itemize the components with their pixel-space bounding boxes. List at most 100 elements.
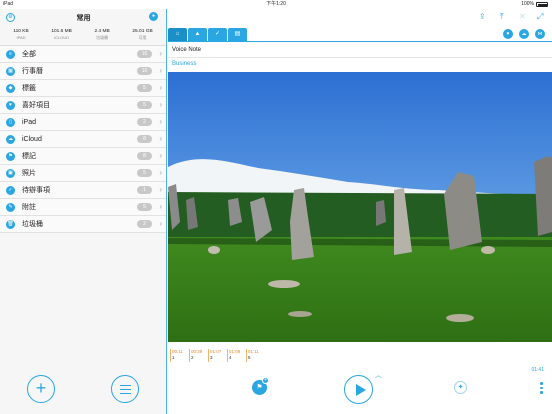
timeline-marker[interactable]: 00:39 2 bbox=[189, 349, 208, 362]
note-title[interactable]: Voice Note bbox=[172, 47, 201, 53]
more-options-icon[interactable] bbox=[540, 382, 543, 396]
tab-todo[interactable]: ✓ bbox=[208, 28, 227, 41]
timeline-marker[interactable]: 01:08 4 bbox=[227, 349, 246, 362]
count-badge: 10 bbox=[137, 67, 152, 75]
all-icon: ≡ bbox=[6, 50, 15, 59]
scroll-top-icon[interactable]: ⤒ bbox=[500, 12, 504, 21]
sidebar: ⚙ 常用 ● 110 KB IPAD 101.6 MB ICLOUD 2.4 M… bbox=[0, 9, 167, 414]
sidebar-item-label: iPad bbox=[22, 119, 37, 126]
chevron-right-icon: › bbox=[159, 168, 162, 177]
sidebar-item[interactable]: ✓ 待辦事項 1 › bbox=[0, 182, 166, 199]
chevron-up-icon[interactable]: ︿ bbox=[375, 370, 382, 380]
sidebar-item-label: 行事曆 bbox=[22, 68, 43, 75]
sidebar-item[interactable]: ♥ 喜好項目 5 › bbox=[0, 97, 166, 114]
ipad-icon: ▯ bbox=[6, 118, 15, 127]
stat-label: ICLOUD bbox=[54, 35, 70, 40]
sidebar-item[interactable]: 🗑 垃圾桶 2 › bbox=[0, 216, 166, 233]
stat-value: 110 KB bbox=[13, 29, 29, 34]
note-category[interactable]: Business bbox=[172, 61, 196, 67]
marker-index: 1 bbox=[172, 355, 175, 360]
chevron-right-icon: › bbox=[159, 83, 162, 92]
tab-home[interactable]: ⌂ bbox=[168, 28, 187, 41]
sidebar-item[interactable]: ▣ 照片 5 › bbox=[0, 165, 166, 182]
tag-icon: ◆ bbox=[6, 84, 15, 93]
chevron-right-icon: › bbox=[159, 117, 162, 126]
divider bbox=[168, 57, 552, 58]
stat-value: 101.6 MB bbox=[51, 29, 72, 34]
timeline-marker[interactable]: 01:11 5 bbox=[246, 349, 265, 362]
play-icon bbox=[356, 384, 366, 396]
share-icon[interactable]: ⇪ bbox=[479, 12, 486, 21]
chevron-right-icon: › bbox=[159, 219, 162, 228]
sidebar-item-label: 喜好項目 bbox=[22, 102, 50, 109]
sidebar-item-label: 附註 bbox=[22, 204, 36, 211]
sidebar-item[interactable]: ▦ 行事曆 10 › bbox=[0, 63, 166, 80]
timeline-marker[interactable]: 01:07 3 bbox=[208, 349, 227, 362]
sidebar-item-label: 垃圾桶 bbox=[22, 221, 43, 228]
document-icon: ▤ bbox=[234, 31, 241, 37]
battery-icon bbox=[536, 2, 548, 7]
cloud-icon: ☁ bbox=[6, 135, 15, 144]
sidebar-list: ≡ 全部 10 › ▦ 行事曆 10 › ◆ 標籤 5 › ♥ 喜好項目 5 › ▯ iPad 2 › ☁ iCloud 8… bbox=[0, 46, 166, 233]
sparkle-icon[interactable]: ✦ bbox=[454, 381, 467, 394]
note-photo[interactable] bbox=[168, 72, 552, 342]
sidebar-item[interactable]: ◆ 標籤 5 › bbox=[0, 80, 166, 97]
stat-label: IPAD bbox=[16, 35, 26, 40]
sidebar-header: ⚙ 常用 ● bbox=[0, 9, 166, 26]
sidebar-item-label: 待辦事項 bbox=[22, 187, 50, 194]
close-icon[interactable]: ✕ bbox=[519, 12, 526, 21]
chevron-right-icon: › bbox=[159, 151, 162, 160]
sidebar-item-label: 標籤 bbox=[22, 85, 36, 92]
count-badge: 10 bbox=[137, 50, 152, 58]
sidebar-title: 常用 bbox=[76, 15, 91, 22]
cloud-sync-icon[interactable]: ☁ bbox=[519, 29, 529, 39]
count-badge: 5 bbox=[137, 169, 152, 177]
marker-index: 5 bbox=[248, 355, 251, 360]
audio-timeline: 00:11 1 00:39 2 01:07 3 01:08 4 01:11 5 bbox=[170, 349, 265, 362]
count-badge: 5 bbox=[137, 101, 152, 109]
favorite-icon[interactable]: ♥ bbox=[503, 29, 513, 39]
stat-icloud: 101.6 MB ICLOUD bbox=[51, 26, 72, 45]
play-button[interactable] bbox=[344, 375, 373, 404]
note-detail: ⇪ ⤒ ✕ ⤢ ⌂ ▲ ✓ ▤ ♥ ☁ ⋈ Voice Note Busines… bbox=[168, 9, 552, 414]
share-nodes-icon[interactable]: ⋈ bbox=[535, 29, 545, 39]
sidebar-item[interactable]: ≡ 全部 10 › bbox=[0, 46, 166, 63]
count-badge: 5 bbox=[137, 203, 152, 211]
flag-icon: ⚑ bbox=[6, 152, 15, 161]
marker-index: 3 bbox=[210, 355, 213, 360]
battery-indicator: 100% bbox=[521, 0, 548, 9]
stat-ipad: 110 KB IPAD bbox=[13, 26, 28, 45]
tab-divider bbox=[168, 41, 552, 42]
add-note-button[interactable]: + bbox=[27, 375, 55, 403]
expand-icon[interactable]: ⤢ bbox=[537, 12, 543, 21]
sidebar-item[interactable]: ⚑ 標記 8 › bbox=[0, 148, 166, 165]
chevron-right-icon: › bbox=[159, 202, 162, 211]
account-icon[interactable]: ● bbox=[149, 12, 158, 21]
sidebar-item-label: 照片 bbox=[22, 170, 36, 177]
image-icon: ▲ bbox=[194, 31, 201, 37]
home-icon: ⌂ bbox=[175, 31, 180, 37]
count-badge: 8 bbox=[137, 135, 152, 143]
sidebar-item-label: 全部 bbox=[22, 51, 36, 58]
list-menu-button[interactable] bbox=[111, 375, 139, 403]
count-badge: 1 bbox=[137, 186, 152, 194]
stat-trash: 2.4 MB 垃圾桶 bbox=[95, 26, 110, 45]
sidebar-item[interactable]: ✎ 附註 5 › bbox=[0, 199, 166, 216]
stat-available: 25.01 GB 可用 bbox=[132, 26, 152, 45]
count-badge: 8 bbox=[137, 152, 152, 160]
sidebar-item[interactable]: ▯ iPad 2 › bbox=[0, 114, 166, 131]
count-badge: 2 bbox=[137, 220, 152, 228]
landscape-photo bbox=[168, 72, 552, 342]
chevron-right-icon: › bbox=[159, 134, 162, 143]
chevron-right-icon: › bbox=[159, 100, 162, 109]
sidebar-item[interactable]: ☁ iCloud 8 › bbox=[0, 131, 166, 148]
heart-icon: ♥ bbox=[6, 101, 15, 110]
timeline-marker[interactable]: 00:11 1 bbox=[170, 349, 189, 362]
clock: 下午1:20 bbox=[266, 1, 286, 7]
tab-photo[interactable]: ▲ bbox=[188, 28, 207, 41]
plus-icon: + bbox=[262, 377, 269, 384]
marker-index: 2 bbox=[191, 355, 194, 360]
tab-note[interactable]: ▤ bbox=[228, 28, 247, 41]
chevron-right-icon: › bbox=[159, 49, 162, 58]
note-icon: ✎ bbox=[6, 203, 15, 212]
